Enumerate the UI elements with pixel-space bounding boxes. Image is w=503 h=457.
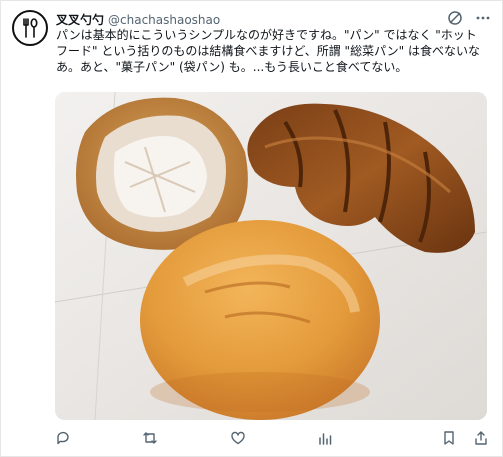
share-icon[interactable] — [472, 429, 490, 447]
like-icon[interactable] — [229, 429, 247, 447]
top-actions — [447, 10, 491, 26]
handle[interactable]: @chachashaoshao — [108, 13, 220, 27]
display-name[interactable]: 叉叉勺勺 — [56, 13, 104, 27]
bread-photo-image — [55, 92, 487, 420]
views-icon[interactable] — [316, 429, 334, 447]
fork-spoon-icon — [23, 18, 38, 38]
bookmark-icon[interactable] — [440, 429, 458, 447]
retweet-icon[interactable] — [141, 429, 159, 447]
grok-icon[interactable] — [447, 10, 463, 26]
round-bun — [140, 220, 380, 420]
tweet-photo[interactable] — [55, 92, 487, 420]
tweet-header: 叉叉勺勺 @chachashaoshao — [56, 11, 220, 28]
action-bar — [54, 428, 490, 448]
avatar[interactable] — [12, 10, 48, 46]
more-icon[interactable] — [475, 10, 491, 26]
reply-icon[interactable] — [54, 429, 72, 447]
tweet-text: パンは基本的にこういうシンプルなのが好きですね。"パン" ではなく "ホットフー… — [56, 28, 481, 74]
